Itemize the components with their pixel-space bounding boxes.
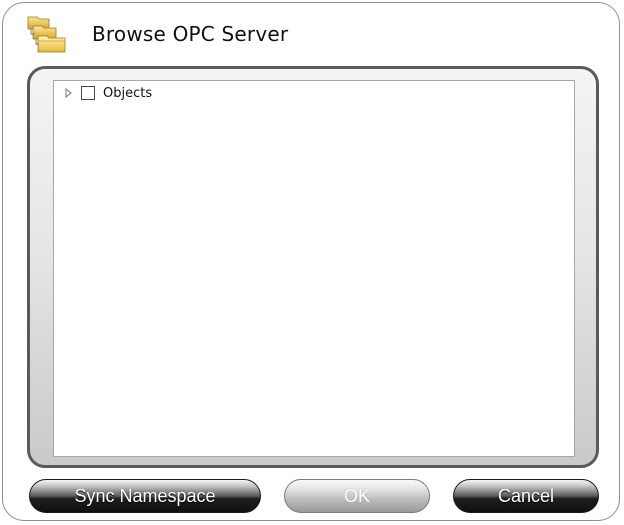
cancel-button[interactable]: Cancel bbox=[453, 479, 599, 513]
objects-checkbox[interactable] bbox=[81, 86, 95, 100]
expand-triangle-icon[interactable] bbox=[64, 88, 73, 98]
browse-opc-server-dialog: Browse OPC Server Objects Sync Namespace… bbox=[2, 2, 620, 521]
tree-node-label: Objects bbox=[103, 85, 153, 101]
folders-icon bbox=[25, 13, 69, 57]
namespace-tree-view[interactable]: Objects bbox=[53, 80, 575, 457]
ok-button[interactable]: OK bbox=[284, 479, 430, 513]
dialog-title: Browse OPC Server bbox=[92, 22, 289, 46]
sync-namespace-button[interactable]: Sync Namespace bbox=[29, 479, 261, 513]
tree-node-objects[interactable]: Objects bbox=[64, 84, 152, 102]
tree-frame: Objects bbox=[27, 66, 599, 468]
